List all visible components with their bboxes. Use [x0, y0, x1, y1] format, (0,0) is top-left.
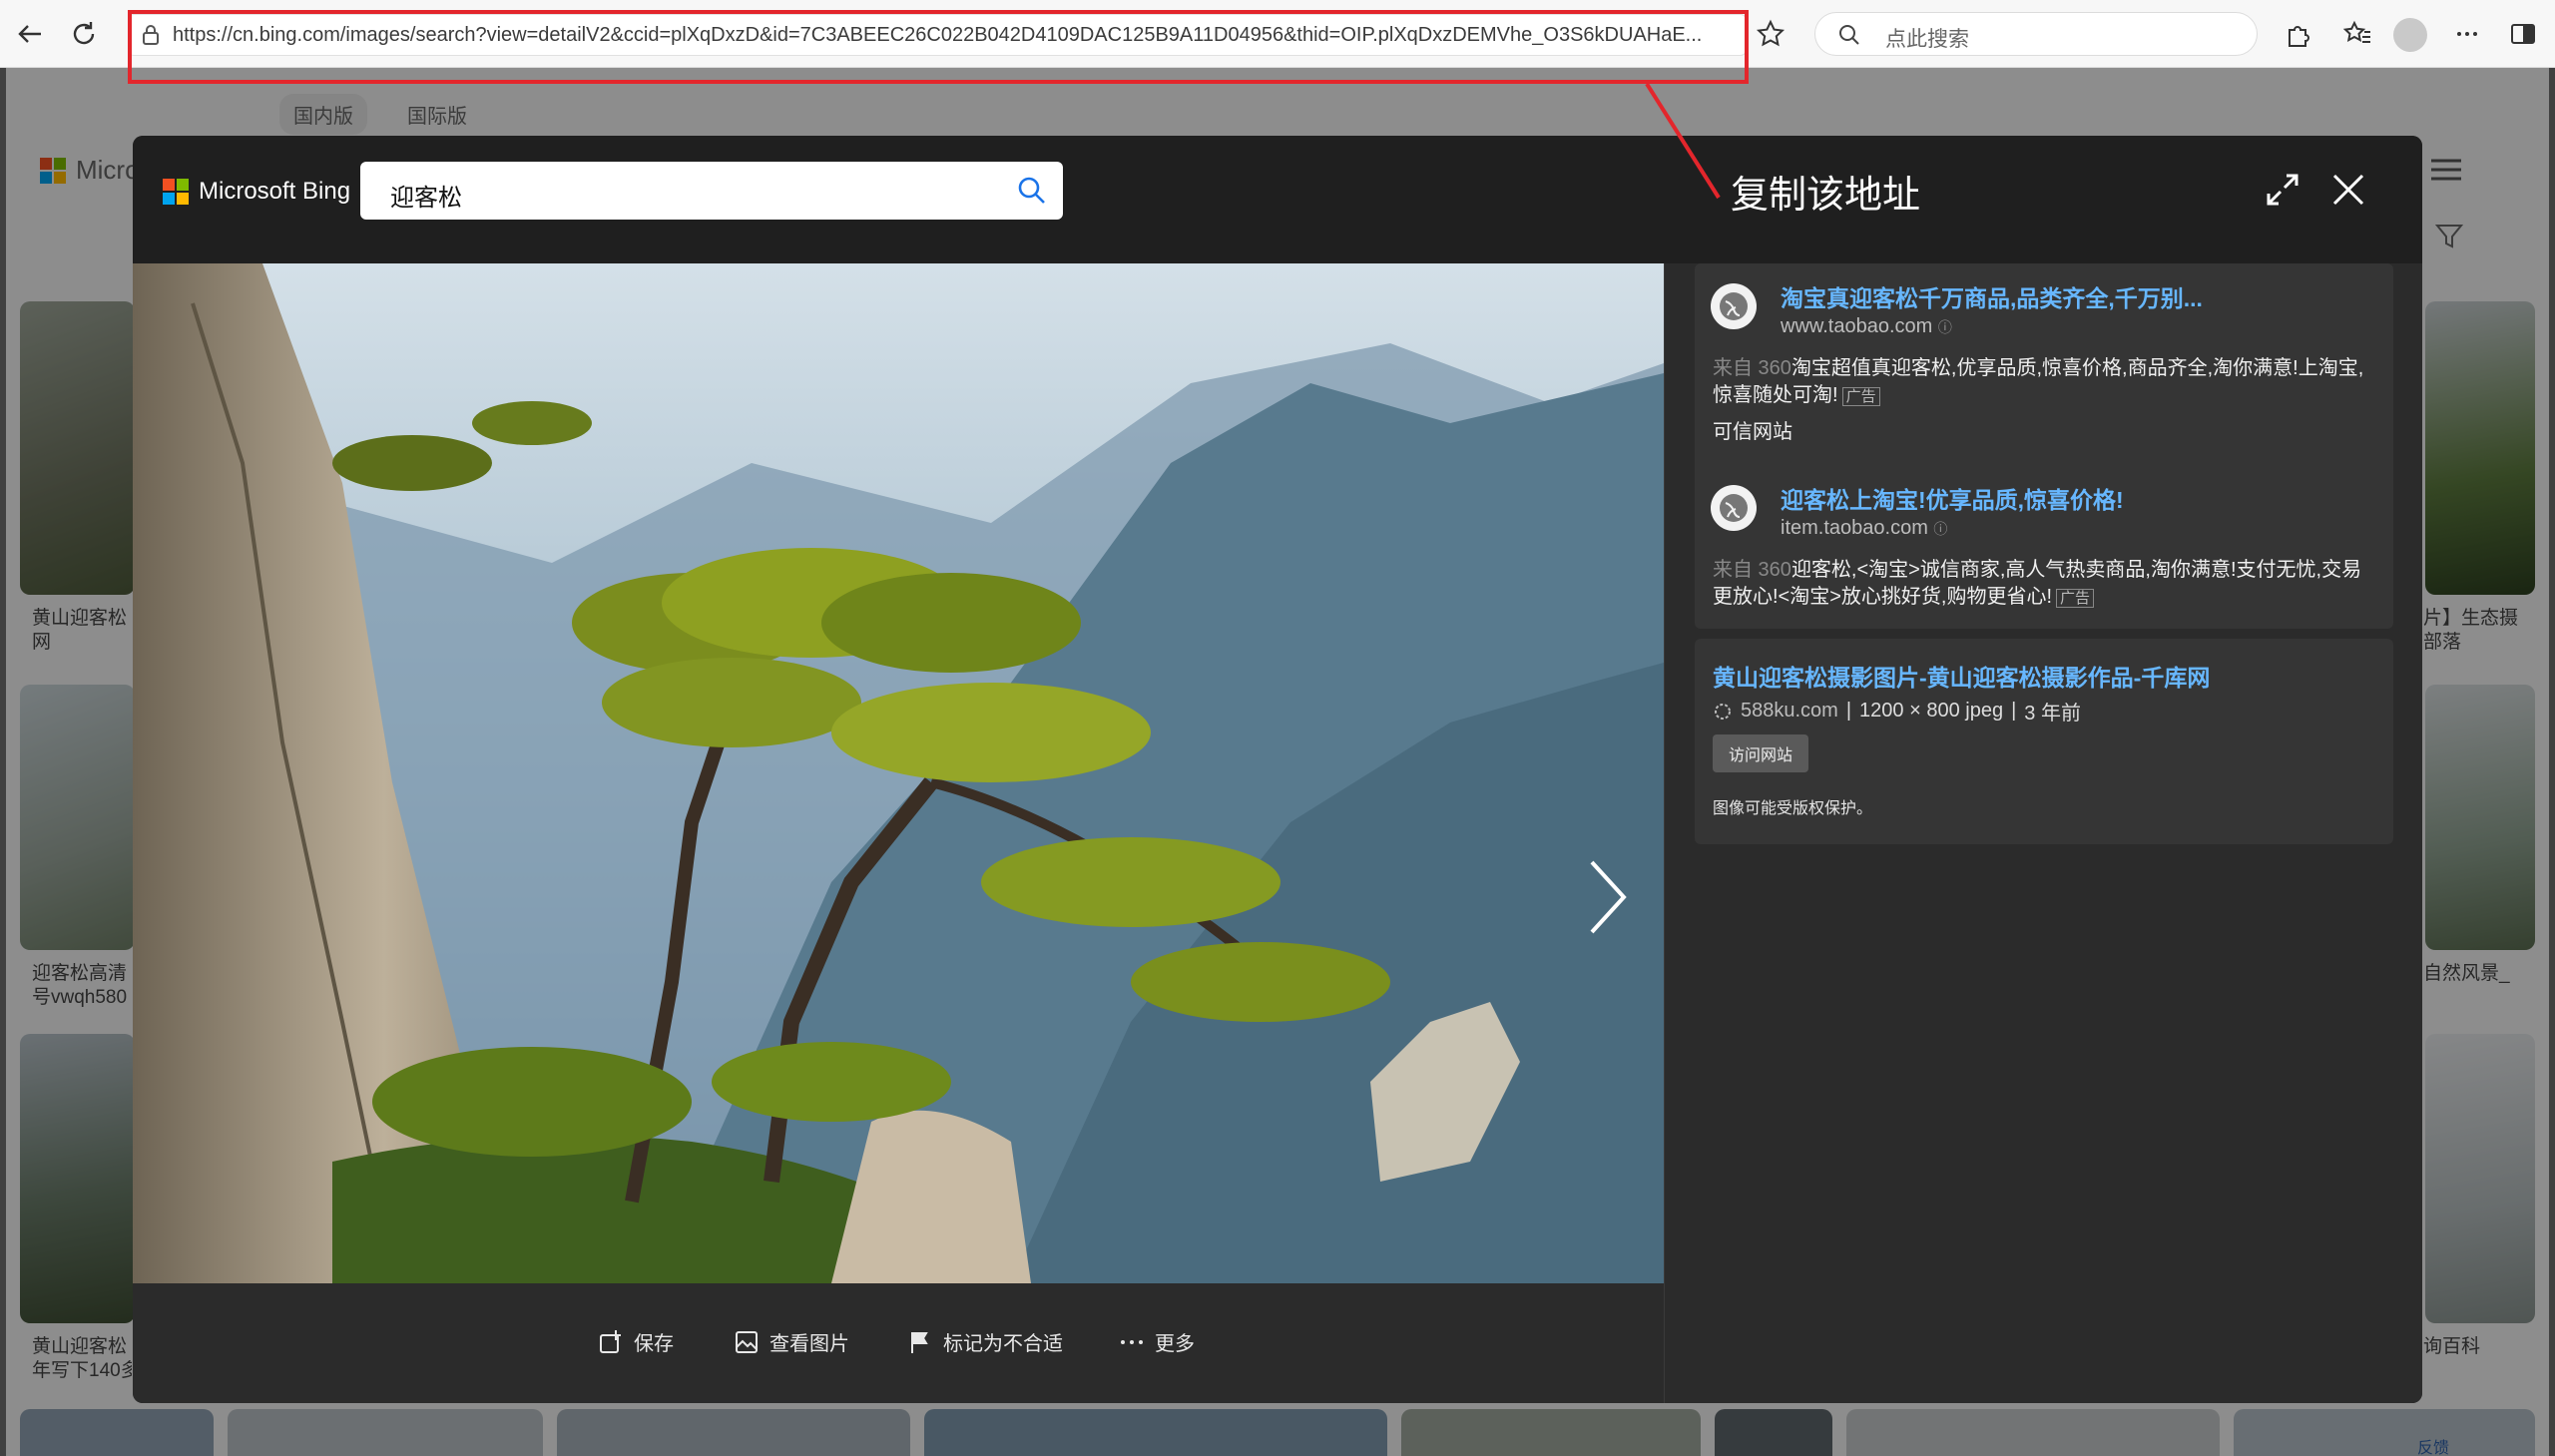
- more-options-icon[interactable]: [2447, 14, 2487, 54]
- globe-icon: [1711, 283, 1757, 329]
- view-image-label: 查看图片: [769, 1333, 849, 1355]
- copyright-notice: 图像可能受版权保护。: [1713, 800, 1873, 817]
- ad-item[interactable]: 淘宝真迎客松千万商品,品类齐全,千万别... www.taobao.com ⓘ …: [1695, 263, 2393, 463]
- annotation-text: 复制该地址: [1731, 173, 1921, 217]
- globe-icon: [1711, 485, 1757, 531]
- flag-inappropriate-button[interactable]: 标记为不合适: [907, 1327, 1063, 1356]
- visit-site-button[interactable]: 访问网站: [1713, 734, 1808, 772]
- image-info-panel: 淘宝真迎客松千万商品,品类齐全,千万别... www.taobao.com ⓘ …: [1664, 263, 2422, 1403]
- more-dots-icon: [1121, 1339, 1143, 1344]
- image-detail-modal: Microsoft Bing 迎客松 保存 查看图片 标记为不合适 更多 淘宝真…: [133, 136, 2422, 1403]
- next-image-chevron-icon[interactable]: [1578, 852, 1638, 942]
- profile-avatar[interactable]: [2393, 18, 2427, 52]
- ad-domain: item.taobao.com ⓘ: [1781, 517, 1948, 539]
- microsoft-logo-icon: [163, 179, 189, 205]
- more-button[interactable]: 更多: [1119, 1327, 1195, 1356]
- image-dimensions: 1200 × 800 jpeg: [1859, 700, 2004, 722]
- site-icon: [1715, 703, 1731, 720]
- flag-icon: [911, 1331, 928, 1353]
- close-icon[interactable]: [2324, 166, 2372, 214]
- bing-brand-text: Microsoft Bing: [199, 178, 351, 205]
- image-site[interactable]: 588ku.com: [1741, 700, 1838, 723]
- address-highlight-box: [128, 10, 1749, 84]
- save-button[interactable]: 保存: [598, 1327, 674, 1356]
- info-icon[interactable]: ⓘ: [1933, 521, 1947, 537]
- search-icon: [1839, 25, 1859, 45]
- image-age: 3 年前: [2024, 703, 2081, 725]
- ad-title[interactable]: 迎客松上淘宝!优享品质,惊喜价格!: [1781, 481, 2124, 515]
- trusted-site-label: 可信网站: [1713, 421, 1792, 443]
- ad-description: 来自 360淘宝超值真迎客松,优享品质,惊喜价格,商品齐全,淘你满意!上淘宝,惊…: [1713, 357, 2364, 406]
- image-source-card: 黄山迎客松摄影图片-黄山迎客松摄影作品-千库网 588ku.com | 1200…: [1695, 639, 2393, 844]
- ad-description: 来自 360迎客松,<淘宝>诚信商家,高人气热卖商品,淘你满意!支付无忧,交易更…: [1713, 559, 2362, 608]
- image-meta: 588ku.com | 1200 × 800 jpeg | 3 年前: [1713, 697, 2081, 726]
- ad-domain: www.taobao.com ⓘ: [1781, 315, 1952, 337]
- favorites-icon[interactable]: [2337, 14, 2377, 54]
- sidebar-toggle-icon[interactable]: [2503, 14, 2543, 54]
- ads-card: 淘宝真迎客松千万商品,品类齐全,千万别... www.taobao.com ⓘ …: [1695, 263, 2393, 629]
- ad-title[interactable]: 淘宝真迎客松千万商品,品类齐全,千万别...: [1781, 279, 2203, 313]
- bing-logo[interactable]: Microsoft Bing: [163, 178, 350, 206]
- pine-landscape-image: [133, 263, 1664, 1283]
- ad-item[interactable]: 迎客松上淘宝!优享品质,惊喜价格! item.taobao.com ⓘ 来自 3…: [1695, 465, 2393, 629]
- browser-search-placeholder: 点此搜索: [1885, 28, 1969, 51]
- view-image-icon: [736, 1330, 758, 1353]
- browser-search-box[interactable]: 点此搜索: [1814, 12, 2258, 56]
- flag-label: 标记为不合适: [943, 1333, 1063, 1355]
- search-icon[interactable]: [1017, 176, 1047, 206]
- expand-icon[interactable]: [2259, 166, 2306, 214]
- save-icon: [600, 1329, 621, 1353]
- extensions-icon[interactable]: [2278, 14, 2317, 54]
- refresh-icon[interactable]: [64, 14, 104, 54]
- search-query[interactable]: 迎客松: [390, 178, 462, 213]
- main-image[interactable]: [133, 263, 1664, 1283]
- back-icon[interactable]: [10, 14, 50, 54]
- favorite-star-icon[interactable]: [1751, 14, 1790, 54]
- modal-header: Microsoft Bing 迎客松: [133, 136, 2422, 263]
- image-source-title[interactable]: 黄山迎客松摄影图片-黄山迎客松摄影作品-千库网: [1713, 659, 2210, 693]
- more-label: 更多: [1155, 1333, 1195, 1355]
- modal-search-input[interactable]: 迎客松: [360, 162, 1063, 220]
- save-label: 保存: [634, 1333, 674, 1355]
- image-actions-bar: 保存 查看图片 标记为不合适 更多: [133, 1283, 1664, 1403]
- info-icon[interactable]: ⓘ: [1938, 319, 1952, 335]
- view-image-button[interactable]: 查看图片: [734, 1327, 849, 1356]
